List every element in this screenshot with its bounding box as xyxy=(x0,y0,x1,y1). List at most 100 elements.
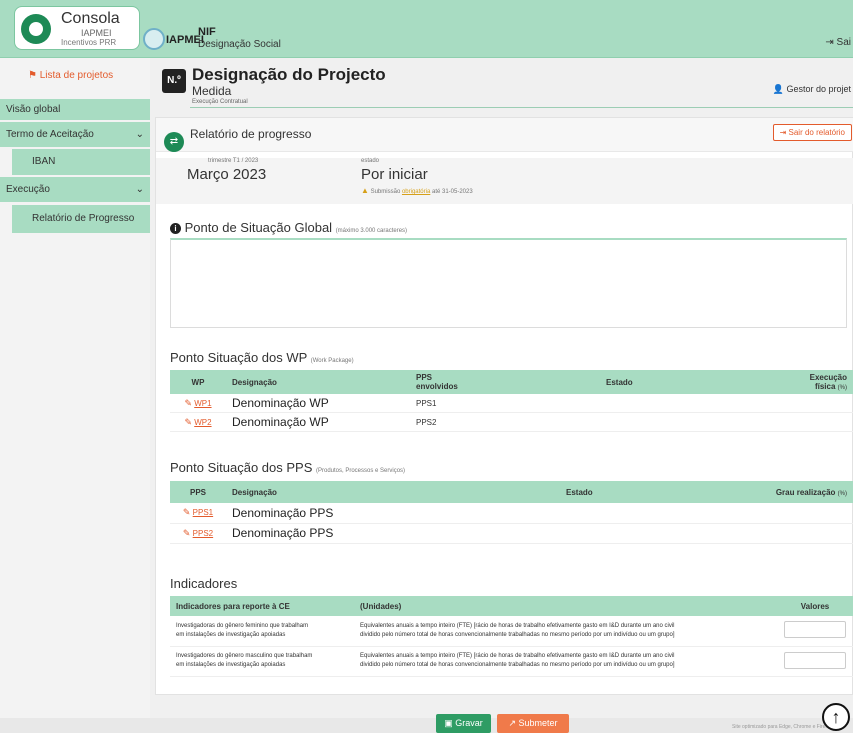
wp-status-hint: (Work Package) xyxy=(310,358,354,364)
col-pps: PPS xyxy=(170,481,226,503)
wp-status-title: Ponto Situação dos WP xyxy=(170,350,308,365)
indicator-value-cell xyxy=(777,616,853,647)
wp-execucao xyxy=(750,394,853,413)
project-manager-link[interactable]: 👤 Gestor do projet xyxy=(773,84,851,95)
sidebar-item-iban[interactable]: IBAN xyxy=(12,149,150,175)
pps-grau xyxy=(720,503,853,524)
exit-report-button[interactable]: ⇥ Sair do relatório xyxy=(772,124,852,141)
submit-button[interactable]: ↗ Submeter xyxy=(497,714,569,733)
col-grau-realizacao: Grau realização (%) xyxy=(720,481,853,503)
report-header: ⇄ Relatório de progresso ⇥ Sair do relat… xyxy=(156,118,853,152)
edit-icon[interactable]: ✎ xyxy=(183,507,191,517)
warning-icon: ▲ xyxy=(361,186,369,195)
indicator-unit: Equivalentes anuais a tempo inteiro (FTE… xyxy=(354,616,777,647)
wp-code-cell: ✎ WP1 xyxy=(170,394,226,413)
company-name: Designação Social xyxy=(198,39,281,50)
wp-execucao xyxy=(750,412,853,432)
wp-pps: PPS2 xyxy=(410,412,600,432)
wp-link[interactable]: WP2 xyxy=(194,418,211,427)
top-bar: Consola IAPMEI Incentivos PRR IAPMEI NIF… xyxy=(0,0,853,58)
wp-code-cell: ✎ WP2 xyxy=(170,412,226,432)
report-icon: ⇄ xyxy=(164,132,184,152)
sidebar-item-relatorio-progresso[interactable]: Relatório de Progresso xyxy=(12,205,150,233)
col-pps-envolvidos: PPS envolvidos xyxy=(410,370,600,394)
col-pps-line1: PPS xyxy=(416,373,433,382)
save-button[interactable]: ▣ Gravar xyxy=(436,714,491,733)
footer-bar xyxy=(0,718,853,733)
indicators-heading: Indicadores xyxy=(170,576,238,591)
table-row: Investigadoras do gênero feminino que tr… xyxy=(170,616,853,647)
global-status-title: Ponto de Situação Global xyxy=(184,220,333,235)
indicator-name: Investigadores do gênero masculino que t… xyxy=(170,646,354,677)
sidebar-item-termo-aceitacao[interactable]: Termo de Aceitação ⌄ xyxy=(0,122,150,147)
col-estado: Estado xyxy=(600,370,750,394)
pps-link[interactable]: PPS1 xyxy=(193,508,213,517)
pps-estado xyxy=(560,523,720,544)
info-icon: i xyxy=(170,223,181,234)
wp-name: Denominação WP xyxy=(226,412,410,432)
exit-icon: ⇥ xyxy=(779,128,789,137)
col-grau-label: Grau realização xyxy=(775,487,836,497)
indicator-name-line1: Investigadoras do gênero feminino que tr… xyxy=(176,622,309,629)
submission-deadline-notice: ▲ Submissão obrigatória até 31-05-2023 xyxy=(361,186,473,195)
pps-link[interactable]: PPS2 xyxy=(193,529,213,538)
project-manager-label: Gestor do projet xyxy=(786,84,851,94)
state-label: estado xyxy=(361,158,380,164)
submit-icon: ↗ xyxy=(508,718,519,728)
pps-grau xyxy=(720,523,853,544)
save-label: Gravar xyxy=(455,718,483,728)
edit-icon[interactable]: ✎ xyxy=(184,398,192,408)
indicator-value-input[interactable] xyxy=(784,621,846,639)
logout-label: Sai xyxy=(836,37,851,48)
sidebar-item-execucao[interactable]: Execução ⌄ xyxy=(0,177,150,202)
table-row: ✎ PPS2 Denominação PPS xyxy=(170,523,853,544)
sidebar-item-label: Execução xyxy=(6,184,50,195)
indicator-unit-line2: dividido pelo número total de horas conv… xyxy=(360,631,675,638)
pps-code-cell: ✎ PPS1 xyxy=(170,503,226,524)
pps-status-hint: (Produtos, Processos e Serviços) xyxy=(316,468,406,474)
col-wp: WP xyxy=(170,370,226,394)
report-panel: ⇄ Relatório de progresso ⇥ Sair do relat… xyxy=(155,117,853,695)
projects-list-link[interactable]: ⚑ Lista de projetos xyxy=(28,70,113,81)
pps-name: Denominação PPS xyxy=(226,523,560,544)
arrow-up-icon[interactable]: ↑ xyxy=(822,703,850,731)
save-icon: ▣ xyxy=(444,718,456,728)
table-header-row: PPS Designação Estado Grau realização (%… xyxy=(170,481,853,503)
indicator-value-cell xyxy=(777,646,853,677)
col-exec-line1: Execução xyxy=(809,373,847,382)
brand-title: Consola xyxy=(61,10,120,27)
global-status-hint: (máximo 3.000 caracteres) xyxy=(335,228,408,234)
indicator-unit-line1: Equivalentes anuais a tempo inteiro (FTE… xyxy=(360,653,675,659)
submission-deadline: até 31-05-2023 xyxy=(431,189,473,195)
period-label: trimestre T1 / 2023 xyxy=(208,158,259,164)
edit-icon[interactable]: ✎ xyxy=(184,417,192,427)
browser-support-note: Site optimizado para Edge, Chrome e Fire… xyxy=(732,724,833,730)
project-title: Designação do Projecto xyxy=(192,65,386,84)
wp-link[interactable]: WP1 xyxy=(194,399,211,408)
consola-logo-icon xyxy=(21,14,51,44)
pps-status-title: Ponto Situação dos PPS xyxy=(170,460,313,475)
state-value: Por iniciar xyxy=(361,166,428,183)
wp-name: Denominação WP xyxy=(226,394,410,413)
col-exec-unit: (%) xyxy=(837,385,847,391)
project-measure: Medida xyxy=(192,84,232,98)
logout-icon: ⇥ xyxy=(825,37,837,48)
submission-mandatory-link[interactable]: obrigatória xyxy=(402,189,430,195)
col-pps-line2: envolvidos xyxy=(416,382,458,391)
exit-report-label: Sair do relatório xyxy=(788,128,845,137)
table-row: ✎ PPS1 Denominação PPS xyxy=(170,503,853,524)
indicators-table: Indicadores para reporte à CE (Unidades)… xyxy=(170,596,853,677)
indicator-unit: Equivalentes anuais a tempo inteiro (FTE… xyxy=(354,646,777,677)
col-execucao-fisica: Execução física (%) xyxy=(750,370,853,394)
col-indicador: Indicadores para reporte à CE xyxy=(170,596,354,616)
sidebar-item-visao-global[interactable]: Visão global xyxy=(0,99,150,120)
user-icon: 👤 xyxy=(772,84,787,94)
edit-icon[interactable]: ✎ xyxy=(183,528,191,538)
indicator-unit-line2: dividido pelo número total de horas conv… xyxy=(360,662,675,668)
project-number-badge: N.º xyxy=(162,69,186,93)
brand-home-link[interactable]: Consola IAPMEI Incentivos PRR xyxy=(14,6,140,50)
logout-button[interactable]: ⇥ Sai xyxy=(825,37,851,48)
indicator-value-input[interactable] xyxy=(784,651,846,669)
global-status-textarea[interactable] xyxy=(170,238,847,328)
brand-subtitle-program: Incentivos PRR xyxy=(61,38,117,47)
